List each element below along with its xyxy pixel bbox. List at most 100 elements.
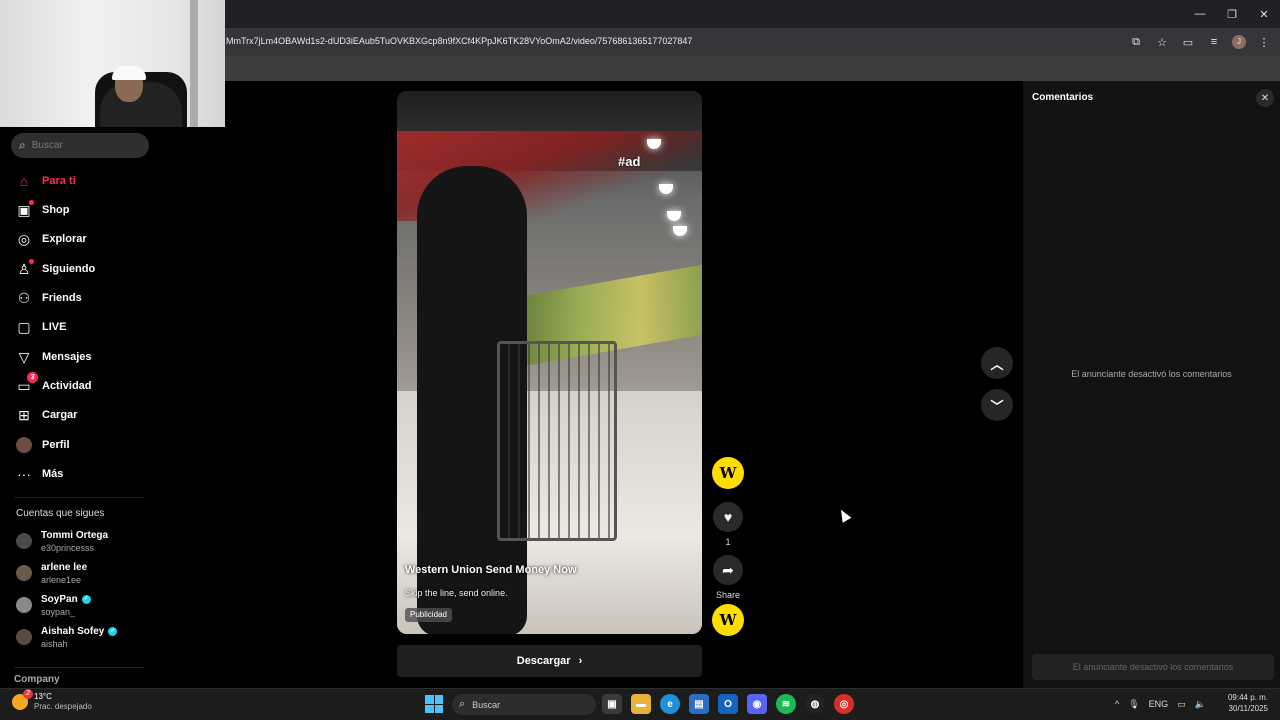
edge-icon[interactable]: e: [660, 694, 680, 714]
profile-avatar-button[interactable]: J: [1232, 35, 1246, 49]
video-player[interactable]: [397, 91, 702, 634]
nav-label: Shop: [42, 204, 70, 216]
steam-icon[interactable]: ◍: [805, 694, 825, 714]
following-account[interactable]: Tommi Ortega e30princesss: [16, 526, 108, 556]
shop-icon: ▣: [14, 200, 34, 220]
video-title[interactable]: Western Union Send Money Now: [405, 564, 577, 576]
account-name: Aishah Sofey: [41, 625, 105, 637]
download-button[interactable]: Descargar ›: [397, 645, 702, 677]
nav-item-friends[interactable]: ⚇ Friends: [14, 287, 82, 309]
chevron-up-icon[interactable]: ^: [1115, 699, 1119, 709]
install-app-icon[interactable]: ⧉: [1128, 36, 1144, 49]
discord-icon[interactable]: ◉: [747, 694, 767, 714]
media-queue-icon[interactable]: ≡: [1206, 36, 1222, 48]
nav-item-perfil[interactable]: Perfil: [14, 434, 70, 456]
nav-label: Cargar: [42, 409, 78, 421]
previous-video-button[interactable]: ︿: [981, 347, 1013, 379]
compass-icon: ◎: [17, 230, 31, 247]
taskbar-apps: ▣ ▬ e ▤ O ◉ ≋ ◍ ◎: [602, 694, 854, 714]
following-account[interactable]: SoyPan ✓ soypan_: [16, 590, 91, 620]
nav-item-live[interactable]: ▢ LIVE: [14, 316, 66, 338]
like-button[interactable]: ♥: [713, 502, 743, 532]
download-label: Descargar: [516, 655, 571, 667]
following-section-title: Cuentas que sigues: [16, 508, 105, 519]
outlook-icon[interactable]: O: [718, 694, 738, 714]
maximize-button[interactable]: ❐: [1216, 0, 1248, 28]
nav-label: Perfil: [42, 439, 70, 451]
nav-item-shop[interactable]: ▣ Shop: [14, 199, 70, 221]
bookmark-star-icon[interactable]: ☆: [1154, 36, 1170, 49]
next-video-button[interactable]: ﹀: [981, 389, 1013, 421]
nav-item-mas[interactable]: ··· Más: [14, 463, 63, 485]
nav-item-para-ti[interactable]: ⌂ Para ti: [14, 170, 76, 192]
clock-time: 09:44 p. m.: [1227, 693, 1268, 702]
clock[interactable]: 09:44 p. m. 30/11/2025: [1222, 692, 1268, 714]
sidebar-divider: [14, 497, 144, 498]
home-icon: ⌂: [19, 173, 29, 189]
following-icon: ♙: [14, 259, 34, 279]
task-view-icon[interactable]: ▣: [602, 694, 622, 714]
weather-widget[interactable]: 2 13°C Prac. despejado: [12, 688, 92, 711]
close-icon: ✕: [1260, 92, 1270, 104]
spotify-icon[interactable]: ≋: [776, 694, 796, 714]
network-icon[interactable]: ▭: [1177, 699, 1186, 710]
microphone-icon[interactable]: 🎙: [1128, 699, 1139, 710]
following-account[interactable]: arlene lee arlene1ee: [16, 558, 87, 588]
taskbar-search[interactable]: ⌕ Buscar: [452, 694, 596, 715]
account-name: SoyPan: [41, 593, 78, 605]
verified-icon: ✓: [108, 626, 118, 636]
window-controls: — ❐ ✕: [1184, 0, 1280, 28]
comments-title: Comentarios: [1032, 92, 1094, 103]
close-window-button[interactable]: ✕: [1248, 0, 1280, 28]
minimize-button[interactable]: —: [1184, 0, 1216, 28]
search-placeholder: Buscar: [31, 140, 63, 151]
nav-label: Friends: [42, 292, 82, 304]
search-icon: ⌕: [19, 138, 26, 152]
western-union-music-disc[interactable]: W: [712, 604, 744, 636]
nav-label: Explorar: [42, 233, 87, 245]
following-account[interactable]: Aishah Sofey ✓ aishah: [16, 622, 118, 652]
system-tray: ^ 🎙 ENG ▭ 🔈: [1115, 692, 1206, 716]
western-union-avatar[interactable]: W: [712, 457, 744, 489]
search-input[interactable]: ⌕ Buscar: [11, 133, 149, 158]
avatar: [16, 597, 32, 613]
start-button[interactable]: [425, 695, 443, 713]
nav-item-mensajes[interactable]: ▽ Mensajes: [14, 346, 92, 368]
message-icon: ▽: [18, 348, 30, 365]
file-explorer-icon[interactable]: ▬: [631, 694, 651, 714]
nav-item-actividad[interactable]: ▭ 3 Actividad: [14, 372, 92, 397]
more-icon: ···: [17, 466, 31, 482]
weather-sun-icon: 2: [12, 688, 33, 710]
avatar: [16, 533, 32, 549]
account-handle: e30princesss: [41, 542, 95, 553]
avatar: [16, 565, 32, 581]
account-name-row: Aishah Sofey ✓: [41, 625, 118, 637]
sidebar-divider: [14, 667, 144, 668]
nav-item-explorar[interactable]: ◎ Explorar: [14, 228, 87, 250]
live-icon: ▢: [17, 318, 31, 335]
chevron-right-icon: ›: [578, 655, 583, 667]
account-handle: aishah: [41, 638, 68, 649]
webcam-overlay: [0, 0, 225, 127]
side-panel-icon[interactable]: ▭: [1180, 36, 1196, 49]
company-link[interactable]: Company: [14, 674, 60, 685]
temperature: 13°C: [34, 692, 52, 701]
close-comments-button[interactable]: ✕: [1256, 89, 1274, 107]
url-field[interactable]: MmTrx7jLm4OBAWd1s2-dUD3iEAub5TuOVKBXGcp8…: [226, 36, 692, 46]
browser-menu-icon[interactable]: ⋮: [1256, 36, 1272, 49]
nav-item-cargar[interactable]: ⊞ Cargar: [14, 404, 77, 426]
store-icon[interactable]: ▤: [689, 694, 709, 714]
volume-icon[interactable]: 🔈: [1195, 699, 1206, 710]
share-label: Share: [715, 590, 741, 600]
avatar: [16, 629, 32, 645]
nav-item-siguiendo[interactable]: ♙ Siguiendo: [14, 258, 95, 280]
account-name-row: SoyPan ✓: [41, 594, 91, 605]
upload-icon: ⊞: [18, 406, 30, 423]
chrome-icon[interactable]: ◎: [834, 694, 854, 714]
weather-condition: Prac. despejado: [34, 702, 92, 711]
nav-label: Más: [42, 468, 64, 480]
language-indicator[interactable]: ENG: [1149, 699, 1169, 709]
heart-icon: ♥: [723, 509, 733, 525]
share-button[interactable]: ➦: [713, 555, 743, 585]
account-name: arlene lee: [41, 561, 88, 573]
